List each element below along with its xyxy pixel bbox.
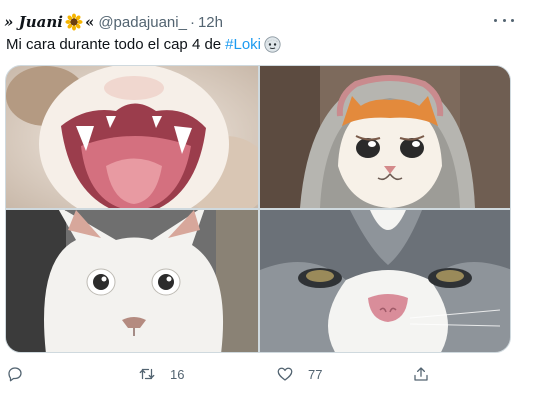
retweet-count: 16 [170, 366, 185, 382]
tweet[interactable]: » Juani « @padajuani_ · 12h Mi cara dura… [0, 0, 533, 400]
retweet-icon [139, 368, 155, 380]
more-options-icon[interactable] [494, 12, 514, 28]
media-grid[interactable] [5, 65, 511, 353]
separator-dot: · [189, 13, 195, 31]
like-button[interactable]: 77 [276, 362, 322, 386]
tweet-actions: 16 77 [0, 362, 533, 386]
wide-eyed-white-cat-image[interactable] [6, 210, 258, 352]
white-cat-illustration [6, 210, 258, 352]
grey-cat-illustration [260, 210, 510, 352]
retweet-button[interactable]: 16 [138, 362, 184, 386]
like-count: 77 [308, 366, 323, 382]
more-dot [511, 18, 514, 22]
user-handle[interactable]: @padajuani_ [98, 14, 187, 31]
share-icon [414, 367, 428, 381]
tweet-text: Mi cara durante todo el cap 4 de #Loki [6, 36, 281, 53]
display-name-suffix: « [84, 13, 95, 31]
crying-cat-in-blanket-image[interactable] [260, 66, 510, 208]
reply-icon [8, 367, 22, 382]
tweet-text-body: Mi cara durante todo el cap 4 de [6, 36, 222, 53]
more-dot [494, 18, 497, 22]
screaming-cat-image[interactable] [6, 66, 258, 208]
display-name[interactable]: » Juani [4, 13, 63, 31]
more-dot [502, 18, 506, 22]
share-button[interactable] [412, 362, 430, 386]
grey-cat-closeup-image[interactable] [260, 210, 510, 352]
reply-button[interactable] [6, 362, 38, 386]
hashtag-link[interactable]: #Loki [225, 36, 261, 53]
heart-icon [277, 367, 293, 381]
timestamp[interactable]: 12h [198, 14, 223, 31]
screaming-cat-illustration [6, 66, 258, 208]
sunflower-icon [65, 13, 83, 31]
crying-cat-illustration [260, 66, 510, 208]
tweet-header: » Juani « @padajuani_ · 12h [4, 12, 223, 32]
loki-face-icon [264, 36, 281, 53]
